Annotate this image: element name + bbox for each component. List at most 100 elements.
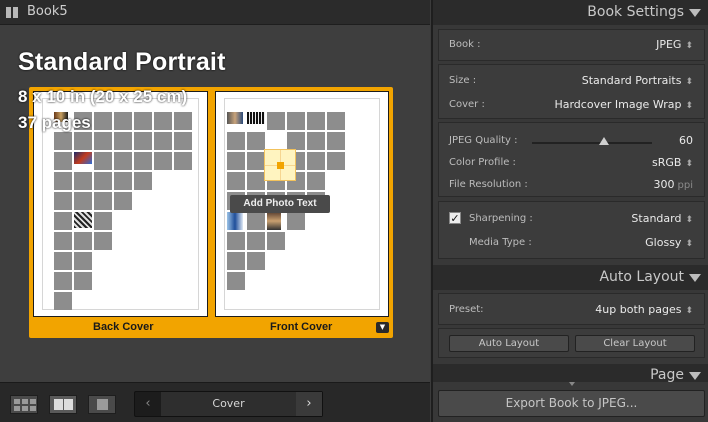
photo-thumbnail[interactable] bbox=[227, 212, 243, 230]
photo-cell[interactable] bbox=[227, 172, 245, 190]
jpeg-quality-value[interactable]: 60 bbox=[679, 134, 693, 147]
book-settings-header[interactable]: Book Settings bbox=[433, 0, 708, 25]
sharpening-checkbox[interactable]: ✓ bbox=[449, 212, 461, 224]
photo-cell[interactable] bbox=[307, 132, 325, 150]
photo-cell[interactable] bbox=[247, 252, 265, 270]
photo-cell[interactable] bbox=[114, 112, 132, 130]
photo-cell[interactable] bbox=[114, 172, 132, 190]
photo-cell[interactable] bbox=[74, 192, 92, 210]
collapse-triangle-icon[interactable] bbox=[689, 372, 701, 380]
photo-cell[interactable] bbox=[54, 152, 72, 170]
jpeg-quality-slider[interactable] bbox=[532, 137, 652, 145]
photo-cell[interactable] bbox=[174, 112, 192, 130]
collapse-triangle-icon[interactable] bbox=[689, 9, 701, 17]
photo-cell[interactable] bbox=[247, 212, 265, 230]
page-section-header[interactable]: Page bbox=[433, 364, 708, 382]
chevron-down-icon[interactable]: ▼ bbox=[376, 322, 389, 333]
cover-value[interactable]: Hardcover Image Wrap bbox=[554, 98, 681, 111]
color-profile-row[interactable]: Color Profile : sRGB ⬍ bbox=[439, 152, 704, 174]
photo-cell[interactable] bbox=[247, 232, 265, 250]
previous-page-button[interactable]: ‹ bbox=[135, 392, 161, 416]
photo-cell[interactable] bbox=[94, 152, 112, 170]
photo-cell[interactable] bbox=[134, 172, 152, 190]
cover-row[interactable]: Cover : Hardcover Image Wrap ⬍ bbox=[439, 94, 704, 116]
photo-cell[interactable] bbox=[307, 112, 325, 130]
photo-cell[interactable] bbox=[227, 272, 245, 290]
photo-cell[interactable] bbox=[247, 172, 265, 190]
photo-cell[interactable] bbox=[54, 212, 72, 230]
photo-cell[interactable] bbox=[267, 232, 285, 250]
clear-layout-button[interactable]: Clear Layout bbox=[575, 335, 695, 352]
photo-cell[interactable] bbox=[174, 132, 192, 150]
auto-layout-header[interactable]: Auto Layout bbox=[433, 265, 708, 290]
preset-value[interactable]: 4up both pages bbox=[595, 303, 681, 316]
export-book-button[interactable]: Export Book to JPEG... bbox=[438, 390, 705, 417]
book-type-row[interactable]: Book : JPEG ⬍ bbox=[439, 34, 704, 56]
photo-cell[interactable] bbox=[54, 232, 72, 250]
photo-cell[interactable] bbox=[227, 252, 245, 270]
photo-cell[interactable] bbox=[227, 132, 245, 150]
photo-cell[interactable] bbox=[94, 132, 112, 150]
book-type-value[interactable]: JPEG bbox=[656, 38, 681, 51]
photo-thumbnail[interactable] bbox=[227, 112, 243, 124]
photo-cell[interactable] bbox=[174, 152, 192, 170]
photo-cell[interactable] bbox=[154, 152, 172, 170]
photo-cell[interactable] bbox=[114, 132, 132, 150]
photo-cell[interactable] bbox=[134, 112, 152, 130]
photo-cell[interactable] bbox=[94, 172, 112, 190]
photo-cell[interactable] bbox=[74, 252, 92, 270]
preset-row[interactable]: Preset: 4up both pages ⬍ bbox=[439, 299, 704, 321]
photo-cell[interactable] bbox=[327, 132, 345, 150]
photo-cell[interactable] bbox=[114, 192, 132, 210]
photo-cell[interactable] bbox=[54, 172, 72, 190]
photo-cell[interactable] bbox=[287, 212, 305, 230]
photo-cell[interactable] bbox=[74, 132, 92, 150]
slider-thumb[interactable] bbox=[599, 137, 609, 145]
photo-cell[interactable] bbox=[247, 132, 265, 150]
photo-thumbnail[interactable] bbox=[267, 212, 281, 230]
sharpening-value[interactable]: Standard bbox=[631, 212, 681, 225]
selected-photo-cell[interactable] bbox=[264, 149, 296, 181]
photo-cell[interactable] bbox=[54, 192, 72, 210]
photo-cell[interactable] bbox=[307, 152, 325, 170]
photo-cell[interactable] bbox=[134, 132, 152, 150]
photo-cell[interactable] bbox=[94, 232, 112, 250]
photo-cell[interactable] bbox=[247, 152, 265, 170]
file-resolution-value[interactable]: 300 bbox=[654, 178, 675, 191]
photo-cell[interactable] bbox=[154, 132, 172, 150]
photo-cell[interactable] bbox=[327, 152, 345, 170]
photo-cell[interactable] bbox=[54, 292, 72, 310]
collapse-triangle-icon[interactable] bbox=[689, 274, 701, 282]
size-row[interactable]: Size : Standard Portraits ⬍ bbox=[439, 70, 704, 92]
photo-cell[interactable] bbox=[74, 232, 92, 250]
photo-cell[interactable] bbox=[94, 112, 112, 130]
photo-thumbnail[interactable] bbox=[74, 152, 92, 164]
photo-cell[interactable] bbox=[227, 152, 245, 170]
photo-cell[interactable] bbox=[74, 172, 92, 190]
scroll-down-icon[interactable] bbox=[569, 382, 575, 386]
add-photo-text-button[interactable]: Add Photo Text bbox=[230, 195, 330, 213]
size-value[interactable]: Standard Portraits bbox=[582, 74, 682, 87]
photo-cell[interactable] bbox=[54, 252, 72, 270]
photo-cell[interactable] bbox=[94, 212, 112, 230]
photo-cell[interactable] bbox=[54, 132, 72, 150]
photo-cell[interactable] bbox=[307, 172, 325, 190]
next-page-button[interactable]: › bbox=[296, 392, 322, 416]
photo-cell[interactable] bbox=[154, 112, 172, 130]
photo-cell[interactable] bbox=[287, 132, 305, 150]
spread-view-button[interactable] bbox=[49, 395, 77, 414]
photo-cell[interactable] bbox=[134, 152, 152, 170]
front-cover-page[interactable]: Add Photo Text bbox=[215, 91, 389, 317]
photo-cell[interactable] bbox=[114, 152, 132, 170]
photo-cell[interactable] bbox=[287, 112, 305, 130]
photo-thumbnail[interactable] bbox=[74, 212, 92, 228]
media-type-value[interactable]: Glossy bbox=[645, 236, 681, 249]
photo-cell[interactable] bbox=[94, 192, 112, 210]
single-page-view-button[interactable] bbox=[88, 395, 116, 414]
photo-cell[interactable] bbox=[267, 112, 285, 130]
photo-thumbnail[interactable] bbox=[247, 112, 265, 124]
photo-cell[interactable] bbox=[74, 272, 92, 290]
color-profile-value[interactable]: sRGB bbox=[652, 156, 681, 169]
photo-cell[interactable] bbox=[227, 232, 245, 250]
photo-cell[interactable] bbox=[54, 272, 72, 290]
